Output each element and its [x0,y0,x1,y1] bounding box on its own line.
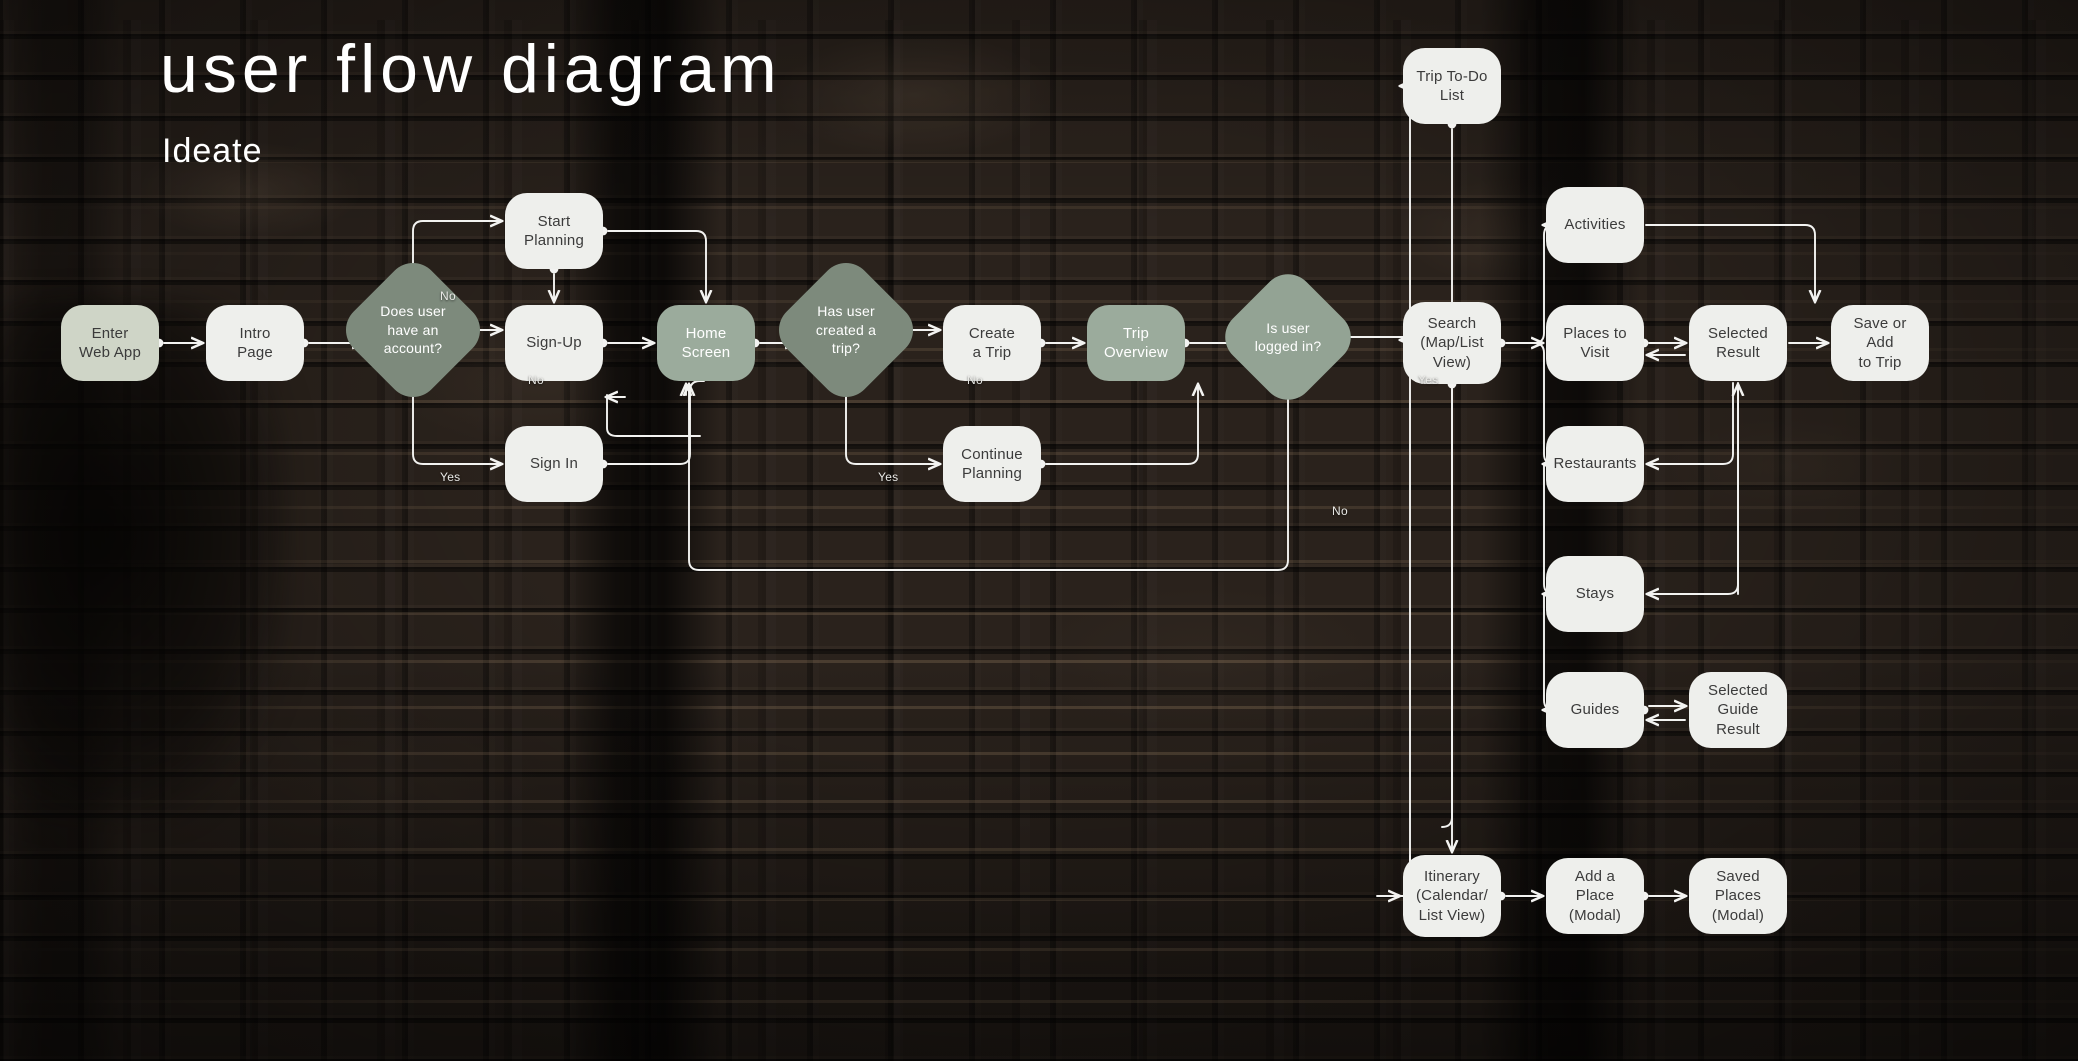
node-label: Has user created a trip? [815,303,877,357]
node-label: Home Screen [681,324,731,361]
node-home-screen[interactable]: Home Screen [657,305,755,381]
node-create-a-trip[interactable]: Create a Trip [943,305,1041,381]
node-save-or-add-to-trip[interactable]: Save or Add to Trip [1831,305,1929,381]
node-label: Create a Trip [968,324,1016,361]
node-label: Search (Map/List View) [1420,315,1484,371]
node-label: Stays [1575,585,1615,603]
node-restaurants[interactable]: Restaurants [1546,426,1644,502]
node-has-user-created-trip[interactable]: Has user created a trip? [768,252,924,408]
node-guides[interactable]: Guides [1546,672,1644,748]
node-sign-in[interactable]: Sign In [505,426,603,502]
edge-label-account-yes: Yes [440,470,461,484]
node-itinerary[interactable]: Itinerary (Calendar/List View) [1403,855,1501,937]
node-places-to-visit[interactable]: Places to Visit [1546,305,1644,381]
node-label: Selected Result [1708,324,1768,361]
node-intro-page[interactable]: Intro Page [206,305,304,381]
node-add-a-place[interactable]: Add a Place (Modal) [1546,858,1644,934]
edge-label-trip-yes: Yes [878,470,899,484]
node-is-user-logged-in[interactable]: Is user logged in? [1214,263,1362,411]
node-label: Saved Places (Modal) [1711,868,1765,924]
node-search-map-list-view[interactable]: Search (Map/List View) [1403,302,1501,384]
node-continue-planning[interactable]: Continue Planning [943,426,1041,502]
node-selected-guide-result[interactable]: Selected Guide Result [1689,672,1787,748]
node-label: Start Planning [524,212,584,249]
edge-label-logged-no: No [1332,504,1348,518]
node-selected-result[interactable]: Selected Result [1689,305,1787,381]
node-label: Selected Guide Result [1708,682,1768,738]
node-sign-up[interactable]: Sign-Up [505,305,603,381]
node-label: Continue Planning [961,445,1023,482]
node-trip-overview[interactable]: Trip Overview [1087,305,1185,381]
node-label: Itinerary (Calendar/List View) [1415,868,1489,924]
node-label: Trip Overview [1103,324,1169,361]
edge-label-logged-yes: Yes [1418,373,1439,387]
edge-label-account-no-up: No [440,289,456,303]
node-label: Sign In [529,455,579,473]
node-trip-to-do-list[interactable]: Trip To-Do List [1403,48,1501,124]
node-start-planning[interactable]: Start Planning [505,193,603,269]
node-label: Add a Place (Modal) [1568,868,1622,924]
node-saved-places[interactable]: Saved Places (Modal) [1689,858,1787,934]
edge-label-account-no-right: No [528,373,544,387]
node-label: Places to Visit [1563,324,1627,361]
node-label: Restaurants [1553,455,1637,473]
node-label: Save or Add to Trip [1853,315,1907,371]
node-label: Enter Web App [78,324,141,361]
node-label: Sign-Up [526,334,582,352]
node-label: Guides [1570,701,1620,719]
node-stays[interactable]: Stays [1546,556,1644,632]
node-activities[interactable]: Activities [1546,187,1644,263]
edge-label-trip-no: No [967,373,983,387]
flow-diagram: Enter Web App Intro Page Does user have an acc… [0,0,2078,1061]
user-flow-diagram-canvas: user flow diagram Ideate Enter Web App Int… [0,0,2078,1061]
node-enter-web-app[interactable]: Enter Web App [61,305,159,381]
node-label: Activities [1564,216,1626,234]
node-label: Trip To-Do List [1416,67,1488,104]
node-label: Is user logged in? [1254,319,1322,354]
node-label: Intro Page [237,324,273,361]
